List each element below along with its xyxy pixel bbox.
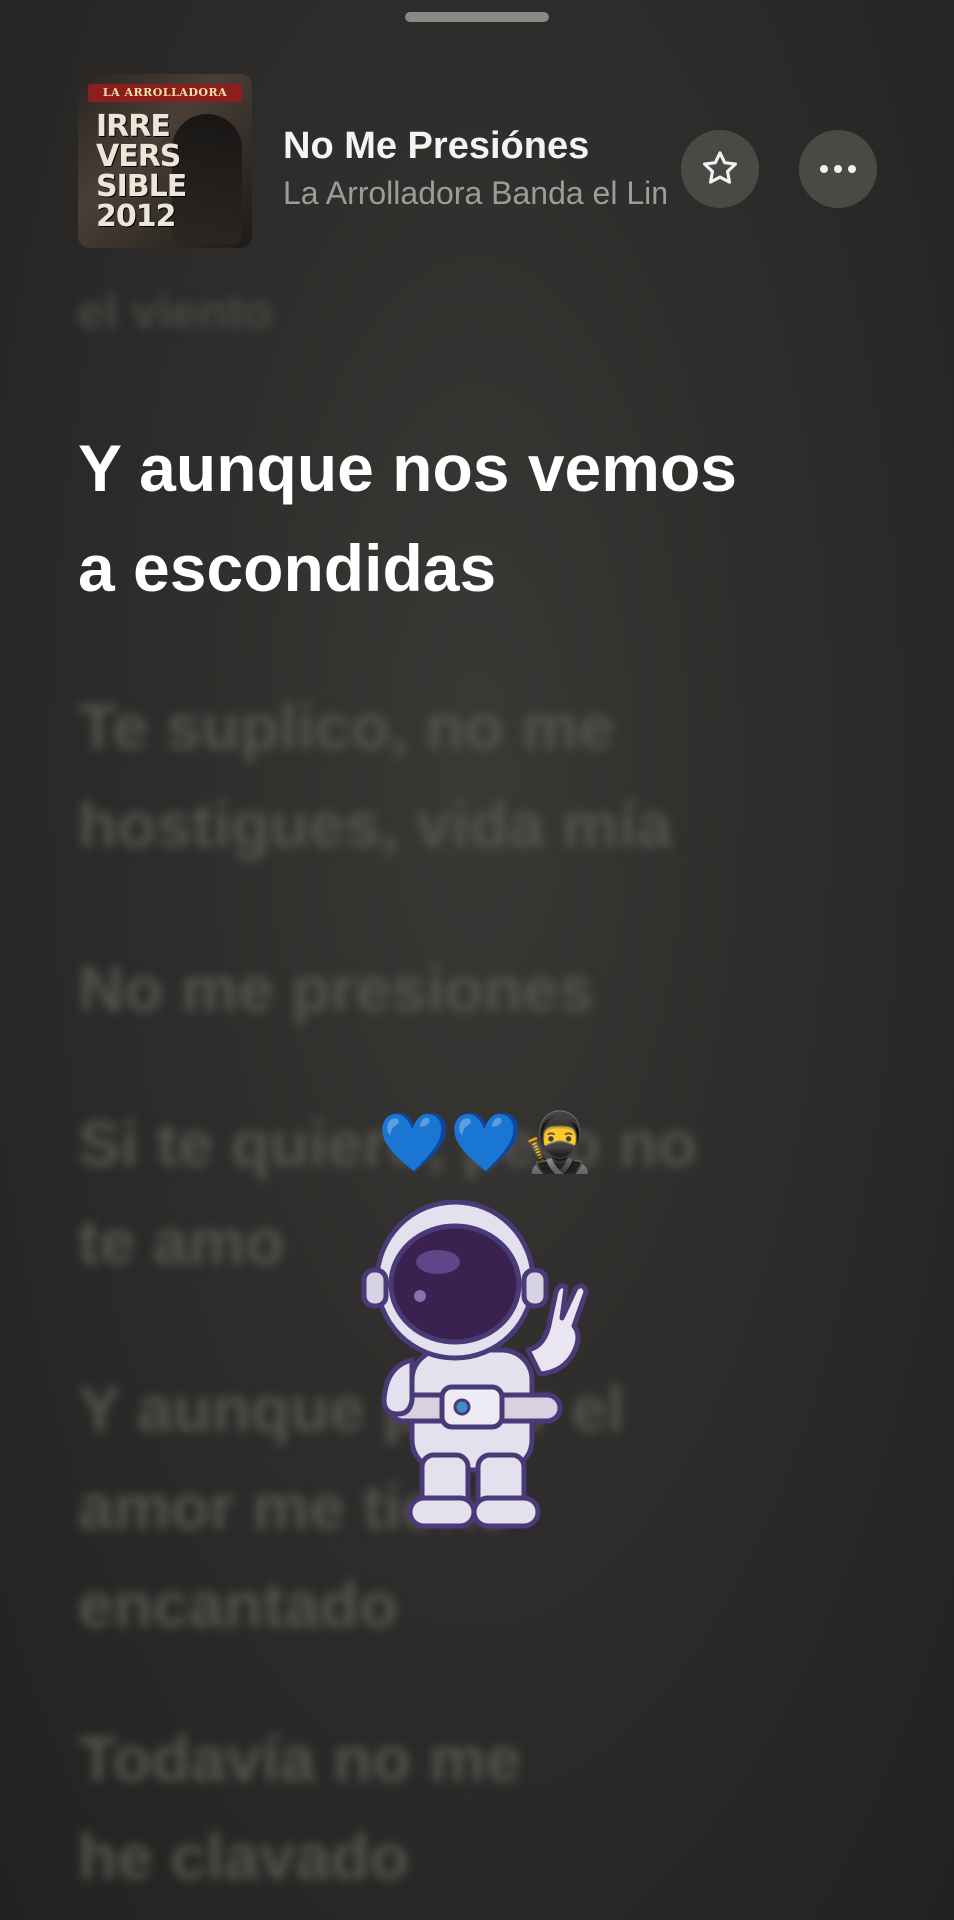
song-artist[interactable]: La Arrolladora Banda el Limón — [283, 175, 666, 212]
more-options-button[interactable] — [799, 130, 877, 208]
lyrics-screen: LA ARROLLADORA IRRE VERS SIBLE 2012 No M… — [0, 0, 954, 1920]
emoji-sticker[interactable]: 💙💙🥷 — [378, 1108, 595, 1178]
lyric-line-previous[interactable]: el viento — [78, 283, 273, 343]
star-outline-icon — [703, 151, 737, 184]
song-title[interactable]: No Me Presiónes — [283, 125, 589, 168]
lyric-line: Todavía no me — [78, 1723, 522, 1795]
lyric-active-line: a escondidas — [78, 531, 497, 605]
lyric-upcoming[interactable]: Te suplico, no me hostigues, vida mía — [78, 678, 898, 874]
astronaut-sticker[interactable] — [360, 1200, 590, 1550]
now-playing-header: LA ARROLLADORA IRRE VERS SIBLE 2012 No M… — [0, 0, 954, 260]
lyric-line: Te suplico, no me — [78, 691, 614, 763]
lyric-active-line: Y aunque nos vemos — [78, 431, 737, 505]
lyric-line: hostigues, vida mía — [78, 789, 672, 861]
album-artwork[interactable]: LA ARROLLADORA IRRE VERS SIBLE 2012 — [78, 74, 252, 248]
lyric-line: he clavado — [78, 1821, 409, 1893]
ellipsis-icon — [820, 165, 856, 173]
album-cover-text: IRRE VERS SIBLE 2012 — [96, 109, 187, 234]
lyric-upcoming[interactable]: No me presiones — [78, 940, 898, 1038]
album-brand-label: LA ARROLLADORA — [88, 84, 242, 102]
lyric-active[interactable]: Y aunque nos vemos a escondidas — [78, 418, 898, 618]
favorite-button[interactable] — [681, 130, 759, 208]
lyric-line: No me presiones — [78, 953, 594, 1025]
lyric-line: encantado — [78, 1569, 399, 1641]
lyric-upcoming[interactable]: Todavía no me he clavado — [78, 1710, 898, 1906]
